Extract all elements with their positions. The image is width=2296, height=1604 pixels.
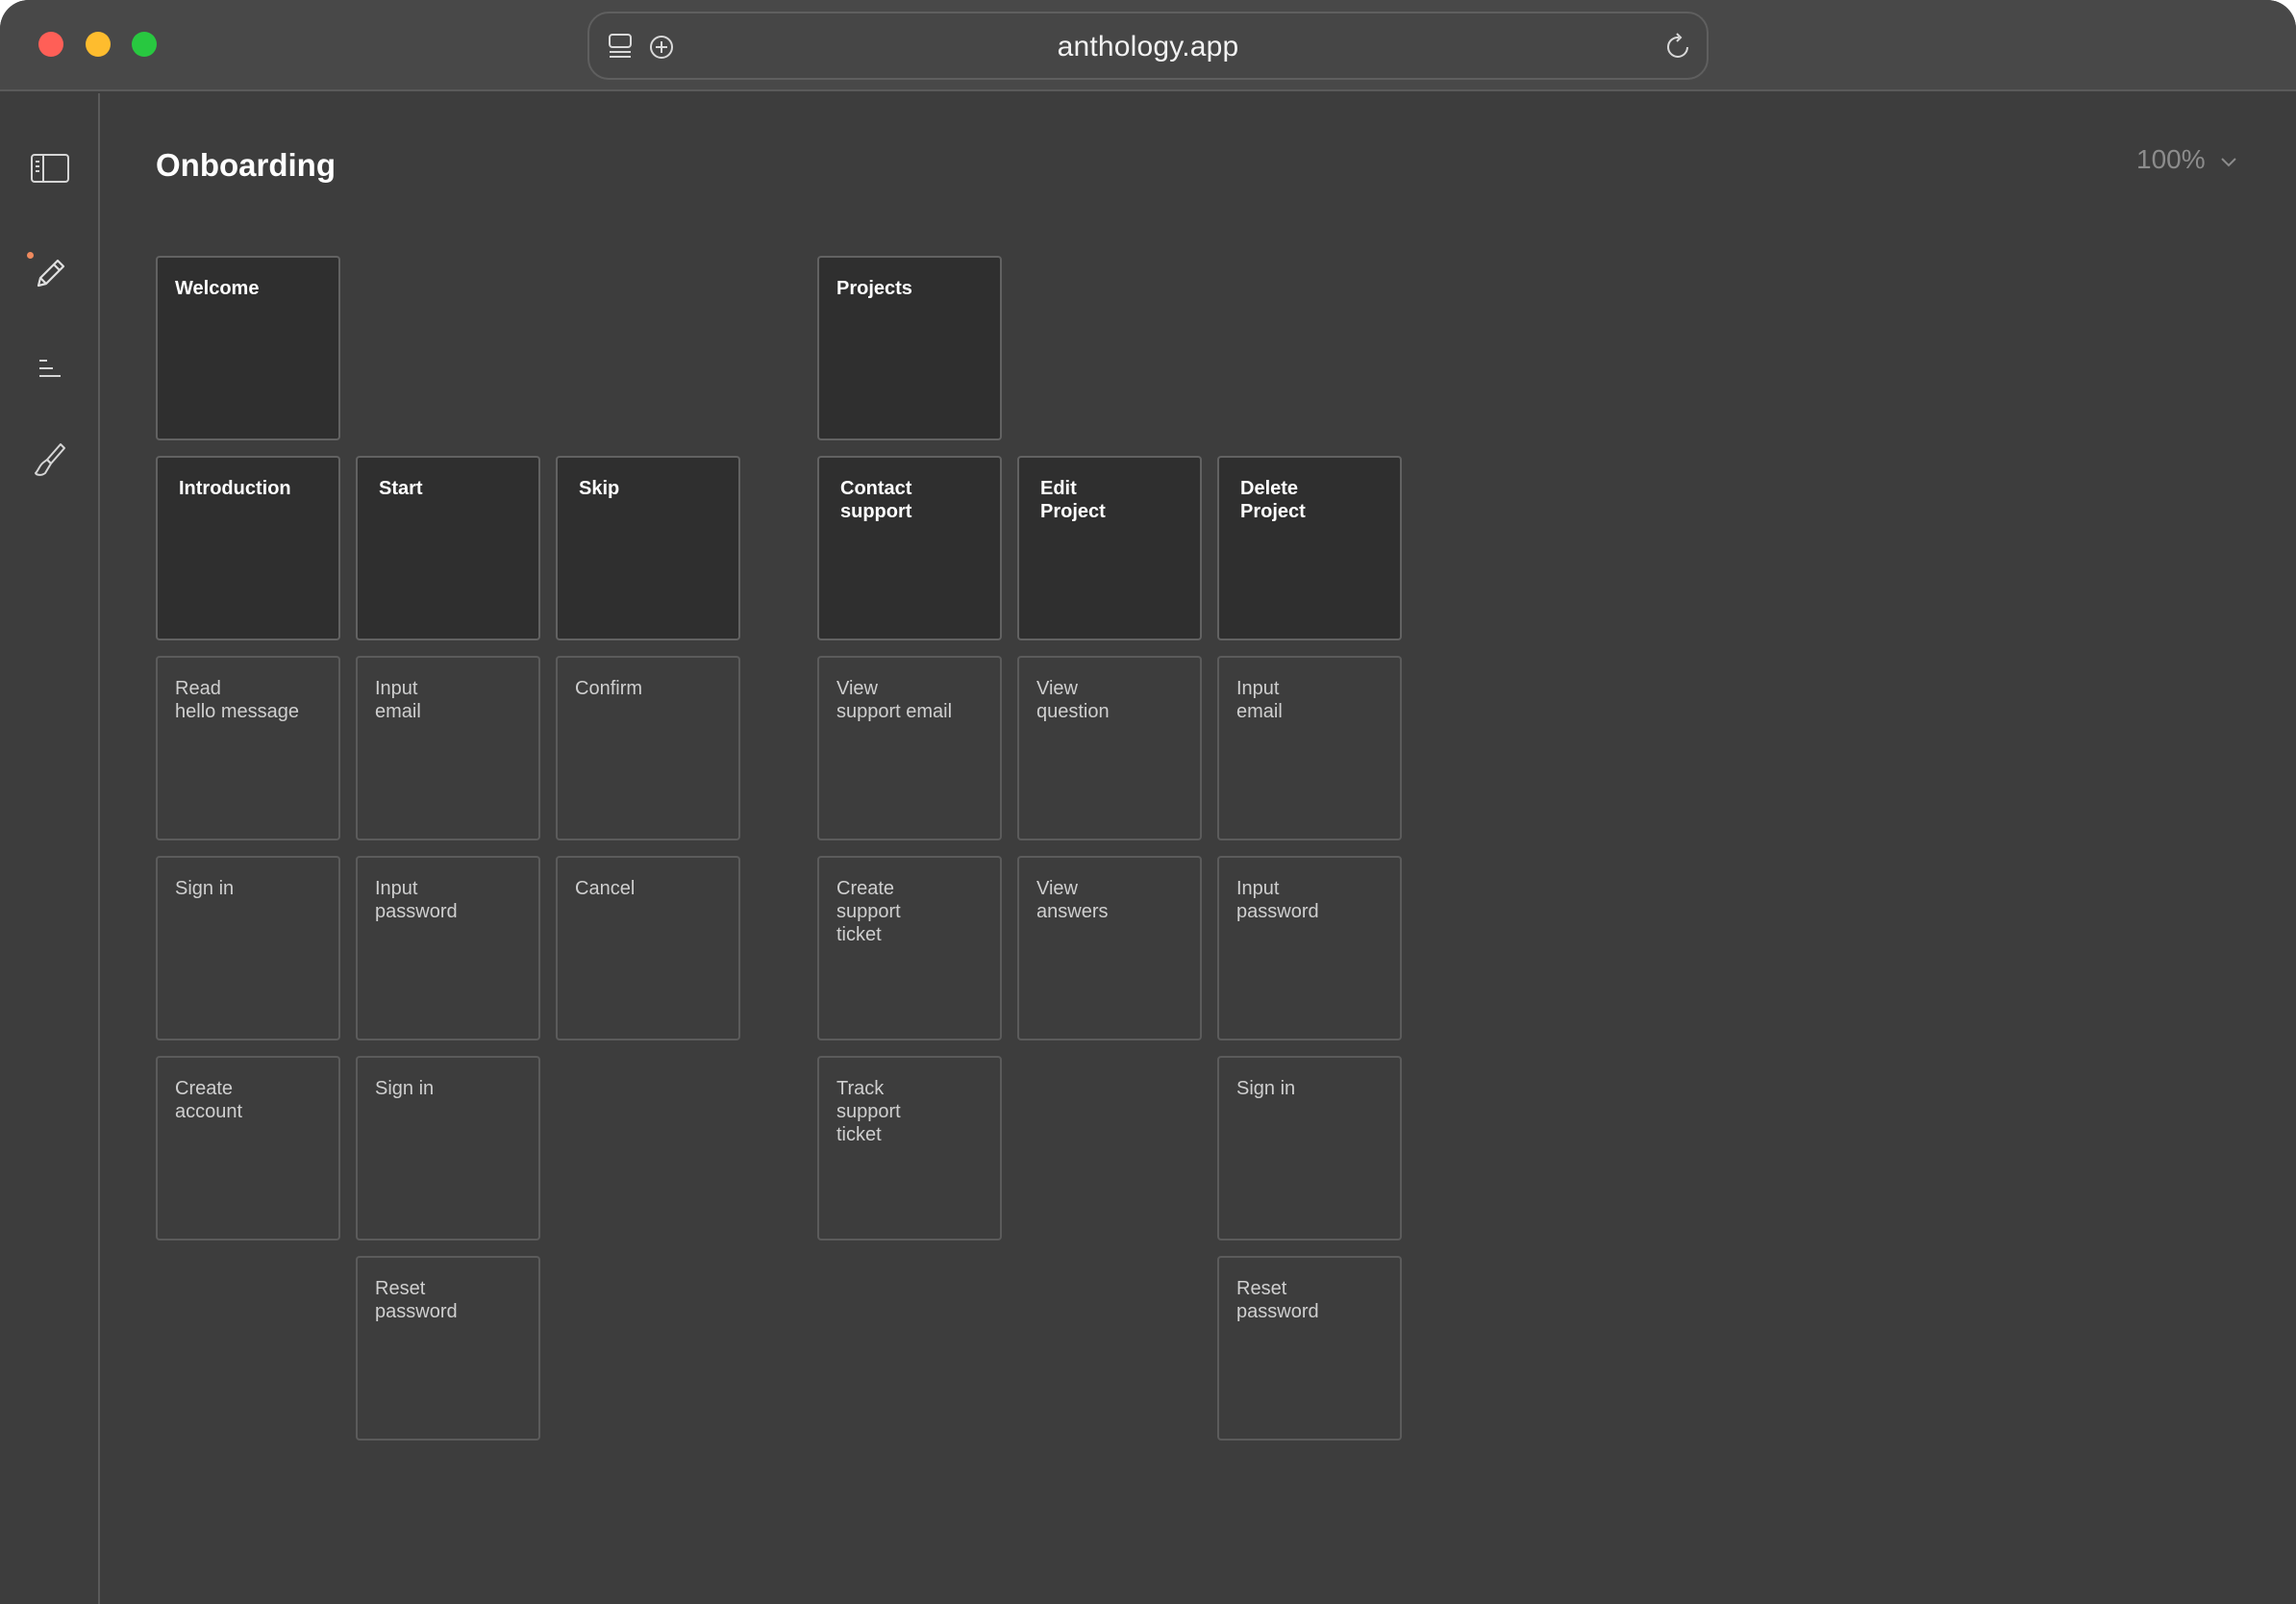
card-view-question[interactable]: View question: [1017, 656, 1202, 840]
title-bar: anthology.app: [0, 0, 2296, 91]
card-input-email[interactable]: Input email: [1217, 656, 1402, 840]
card-welcome[interactable]: Welcome: [156, 256, 340, 440]
address-bar[interactable]: anthology.app: [587, 12, 1709, 80]
card-view-support-email[interactable]: View support email: [817, 656, 1002, 840]
close-window-button[interactable]: [38, 32, 63, 57]
card-create-account[interactable]: Create account: [156, 1056, 340, 1241]
card-input-password[interactable]: Input password: [356, 856, 540, 1040]
brush-icon[interactable]: [29, 439, 71, 481]
pencil-icon[interactable]: [29, 253, 71, 295]
card-start[interactable]: Start: [356, 456, 540, 640]
sidebar: [0, 93, 100, 1604]
card-track-support-ticket[interactable]: Track support ticket: [817, 1056, 1002, 1241]
card-edit-project[interactable]: Edit Project: [1017, 456, 1202, 640]
sidebar-toggle-icon[interactable]: [29, 147, 71, 189]
card-read-hello-message[interactable]: Read hello message: [156, 656, 340, 840]
card-projects[interactable]: Projects: [817, 256, 1002, 440]
zoom-selector[interactable]: 100%: [2136, 144, 2238, 175]
card-introduction[interactable]: Introduction: [156, 456, 340, 640]
page-title: Onboarding: [156, 147, 336, 183]
browser-window: anthology.app Onboarding 100% Welcome Pr…: [0, 0, 2296, 1604]
card-skip[interactable]: Skip: [556, 456, 740, 640]
card-create-support-ticket[interactable]: Create support ticket: [817, 856, 1002, 1040]
card-sign-in[interactable]: Sign in: [1217, 1056, 1402, 1241]
card-sign-in[interactable]: Sign in: [156, 856, 340, 1040]
align-left-icon[interactable]: [29, 347, 71, 389]
reload-icon[interactable]: [1664, 31, 1693, 66]
card-reset-password[interactable]: Reset password: [1217, 1256, 1402, 1441]
card-contact-support[interactable]: Contact support: [817, 456, 1002, 640]
card-reset-password[interactable]: Reset password: [356, 1256, 540, 1441]
card-delete-project[interactable]: Delete Project: [1217, 456, 1402, 640]
zoom-window-button[interactable]: [132, 32, 157, 57]
url-text[interactable]: anthology.app: [589, 31, 1707, 63]
card-input-email[interactable]: Input email: [356, 656, 540, 840]
card-sign-in[interactable]: Sign in: [356, 1056, 540, 1241]
card-view-answers[interactable]: View answers: [1017, 856, 1202, 1040]
chevron-down-icon: [2219, 144, 2238, 175]
card-input-password[interactable]: Input password: [1217, 856, 1402, 1040]
zoom-level: 100%: [2136, 144, 2206, 174]
minimize-window-button[interactable]: [86, 32, 111, 57]
card-cancel[interactable]: Cancel: [556, 856, 740, 1040]
card-confirm[interactable]: Confirm: [556, 656, 740, 840]
